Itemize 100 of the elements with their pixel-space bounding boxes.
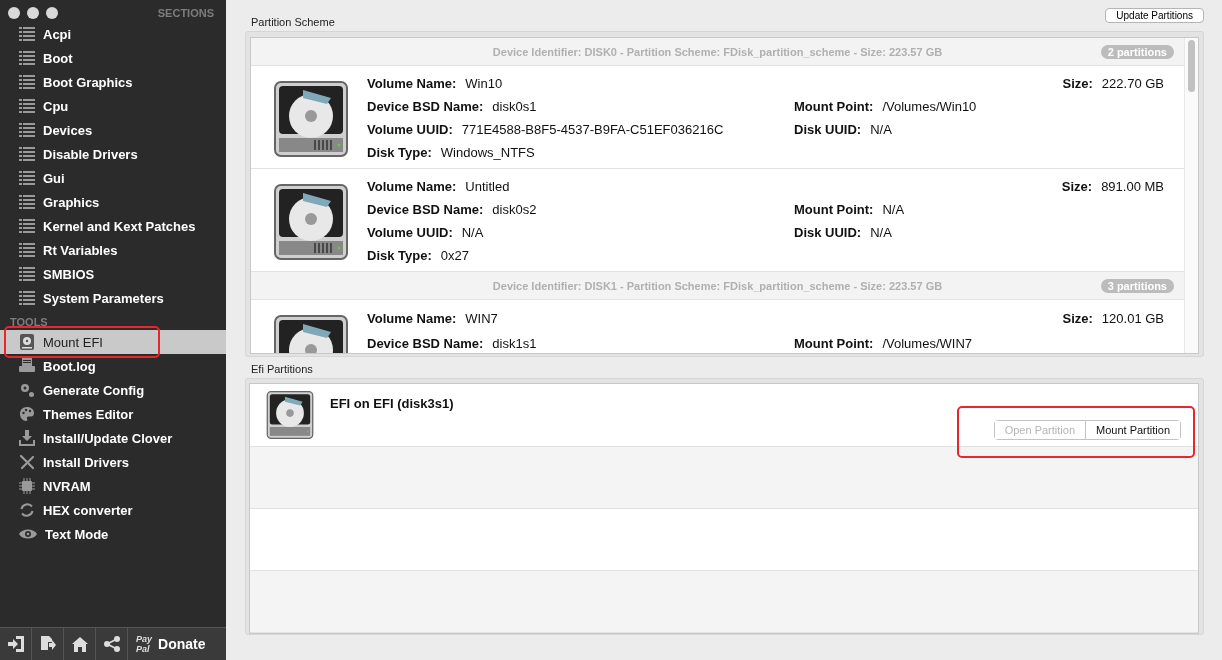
partition-count: 2 partitions — [1100, 44, 1174, 59]
field-label: Volume UUID: — [367, 225, 453, 240]
field-value: 0x27 — [440, 248, 469, 263]
list-icon — [19, 27, 35, 41]
field-value: Win10 — [465, 76, 503, 91]
disk-header: Device Identifier: DISK0 - Partition Scheme: FDisk_partition_scheme - Size: 223.57 GB 2 partitions — [251, 38, 1184, 66]
sidebar-item[interactable]: Text Mode — [0, 522, 226, 546]
share-icon — [103, 636, 120, 652]
sidebar-item[interactable]: Install/Update Clover — [0, 426, 226, 450]
window-control[interactable] — [46, 7, 58, 19]
list-icon — [19, 75, 35, 89]
field-value: disk0s1 — [492, 99, 537, 114]
drive-icon — [19, 334, 35, 350]
sidebar-item[interactable]: Generate Config — [0, 378, 226, 402]
field-value: /Volumes/Win10 — [882, 99, 977, 114]
field-value: disk1s1 — [492, 336, 537, 351]
field-value: 120.01 GB — [1101, 311, 1164, 326]
field-label: Disk Type: — [367, 145, 432, 160]
list-icon — [19, 291, 35, 305]
sidebar-item[interactable]: Devices — [0, 118, 226, 142]
field-value: N/A — [461, 225, 484, 240]
list-icon — [19, 147, 35, 161]
sidebar-item[interactable]: Rt Variables — [0, 238, 226, 262]
sidebar-item[interactable]: Gui — [0, 166, 226, 190]
sidebar-item[interactable]: System Parameters — [0, 286, 226, 310]
field-label: Device BSD Name: — [367, 336, 484, 351]
sidebar-item[interactable]: Acpi — [0, 22, 226, 46]
field-label: Disk Type: — [367, 248, 432, 263]
partition-name: EFI on EFI (disk3s1) — [330, 396, 454, 413]
list-icon — [19, 99, 35, 113]
eye-icon — [19, 528, 37, 540]
refresh-icon — [19, 502, 35, 518]
palette-icon — [19, 406, 35, 422]
section-header: TOOLS — [9, 315, 49, 330]
chip-icon — [19, 478, 35, 494]
field-value: N/A — [882, 202, 905, 217]
sidebar-item[interactable]: Boot — [0, 46, 226, 70]
list-icon — [19, 243, 35, 257]
download-icon — [19, 430, 35, 446]
partition-button[interactable]: Mount Partition — [1085, 421, 1180, 439]
sidebar-item[interactable]: Boot Graphics — [0, 70, 226, 94]
field-value: N/A — [870, 122, 892, 137]
field-value: 891.00 MB — [1101, 179, 1164, 194]
field-value: disk0s2 — [492, 202, 537, 217]
paypal-logo[interactable]: Pay Pal — [136, 634, 152, 654]
home-icon — [71, 636, 88, 652]
sidebar-item[interactable]: Cpu — [0, 94, 226, 118]
hard-drive-icon — [273, 183, 349, 261]
field-value: /Volumes/WIN7 — [882, 336, 972, 351]
section-header: SECTIONS — [157, 7, 214, 19]
partition-count: 3 partitions — [1100, 278, 1174, 293]
list-icon — [19, 219, 35, 233]
panel-title: Efi Partitions — [250, 363, 314, 375]
field-label: Device BSD Name: — [367, 202, 484, 217]
hard-drive-icon — [266, 390, 314, 440]
update-partitions-button[interactable]: Update Partitions — [1105, 8, 1204, 23]
field-label: Size: — [1062, 311, 1093, 326]
gears-icon — [19, 382, 35, 398]
sidebar-item[interactable]: NVRAM — [0, 474, 226, 498]
field-value: N/A — [870, 225, 892, 240]
field-value: Windows_NTFS — [440, 145, 535, 160]
list-icon — [19, 267, 35, 281]
field-label: Mount Point: — [794, 99, 874, 114]
sidebar-item[interactable]: SMBIOS — [0, 262, 226, 286]
scrollbar[interactable] — [1184, 38, 1198, 353]
field-label: Volume Name: — [367, 179, 457, 194]
donate-link[interactable]: Donate — [158, 636, 206, 652]
import-icon — [7, 636, 24, 652]
printer-icon — [19, 358, 35, 374]
list-icon — [19, 51, 35, 65]
field-label: Size: — [1062, 76, 1093, 91]
field-value: 222.70 GB — [1101, 76, 1164, 91]
tools-icon — [19, 454, 35, 470]
field-label: Device BSD Name: — [367, 99, 484, 114]
field-label: Mount Point: — [794, 202, 874, 217]
sidebar-item[interactable]: Disable Drivers — [0, 142, 226, 166]
list-icon — [19, 123, 35, 137]
field-value: Untitled — [465, 179, 510, 194]
panel-title: Partition Scheme — [251, 16, 335, 28]
field-label: Volume UUID: — [367, 122, 453, 137]
sidebar-item[interactable]: Boot.log — [0, 354, 226, 378]
field-label: Disk UUID: — [794, 122, 862, 137]
sidebar-item[interactable]: Install Drivers — [0, 450, 226, 474]
window-control[interactable] — [8, 7, 20, 19]
field-label: Volume Name: — [367, 311, 457, 326]
field-label: Disk UUID: — [794, 225, 862, 240]
disk-header: Device Identifier: DISK1 - Partition Scheme: FDisk_partition_scheme - Size: 223.57 GB 3 partitions — [251, 272, 1184, 300]
sidebar-item[interactable]: Kernel and Kext Patches — [0, 214, 226, 238]
field-value: WIN7 — [465, 311, 498, 326]
sidebar-item[interactable]: Graphics — [0, 190, 226, 214]
document-arrow-icon — [39, 636, 56, 652]
field-label: Volume Name: — [367, 76, 457, 91]
list-icon — [19, 171, 35, 185]
field-label: Mount Point: — [794, 336, 874, 351]
window-control[interactable] — [27, 7, 39, 19]
sidebar-item[interactable]: Themes Editor — [0, 402, 226, 426]
sidebar-item[interactable]: HEX converter — [0, 498, 226, 522]
field-label: Size: — [1061, 179, 1093, 194]
list-icon — [19, 195, 35, 209]
field-value: 771E4588-B8F5-4537-B9FA-C51EF036216C — [461, 122, 724, 137]
